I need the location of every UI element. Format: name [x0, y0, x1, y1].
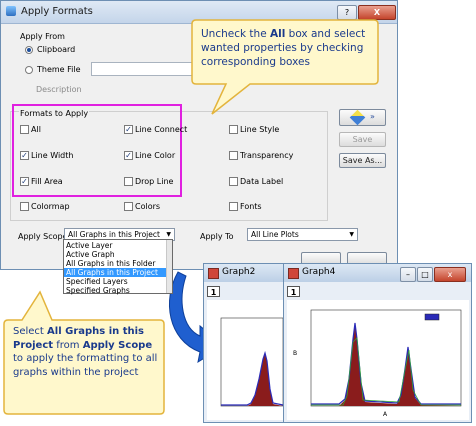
graph4-x-axis-label: A	[383, 411, 388, 418]
scope-option-specified-graphs[interactable]: Specified Graphs	[64, 286, 172, 295]
graph2-layer-button[interactable]: 1	[207, 286, 220, 297]
drop-line-checkbox[interactable]	[124, 177, 133, 186]
bottom-callout-text: Select All Graphs in this Project from A…	[13, 325, 161, 379]
apply-scope-dropdown-list: Active Layer Active Graph All Graphs in …	[63, 239, 173, 295]
theme-file-radio[interactable]	[25, 66, 33, 74]
callout-text-part: to apply the formatting to all graphs wi…	[13, 353, 158, 378]
graph4-plot-area: B A	[287, 300, 469, 420]
window-title: Apply Formats	[21, 6, 93, 17]
theme-file-label: Theme File	[37, 65, 81, 74]
graph2-title-bar: Graph2	[204, 264, 292, 282]
colors-checkbox[interactable]	[124, 202, 133, 211]
apply-scope-value: All Graphs in this Project	[68, 230, 160, 239]
apply-to-value: All Line Plots	[251, 230, 299, 239]
graph4-title-bar: Graph4 – □ x	[284, 264, 471, 282]
clipboard-label: Clipboard	[37, 45, 76, 54]
graph2-title: Graph2	[222, 267, 256, 277]
graph4-y-axis-label: B	[293, 350, 298, 357]
callout-text-part: from	[53, 339, 83, 351]
scope-option-active-graph[interactable]: Active Graph	[64, 250, 172, 259]
graph4-layer-button[interactable]: 1	[287, 286, 300, 297]
callout-text-bold: Apply Scope	[82, 339, 153, 351]
graph-icon	[208, 268, 219, 279]
clipboard-radio[interactable]	[25, 46, 33, 54]
all-checkbox[interactable]	[20, 125, 29, 134]
line-color-checkbox[interactable]: ✓	[124, 151, 133, 160]
callout-text-part: Select	[13, 326, 48, 337]
apply-scope-label: Apply Scope	[18, 232, 68, 241]
line-color-label: Line Color	[135, 151, 176, 160]
graph2-chart	[220, 317, 284, 407]
fonts-label: Fonts	[240, 202, 262, 211]
scope-option-project[interactable]: All Graphs in this Project	[64, 268, 172, 277]
all-label: All	[31, 125, 41, 134]
graph4-close-button[interactable]: x	[434, 267, 466, 282]
minimize-button[interactable]: –	[400, 267, 416, 282]
scope-option-active-layer[interactable]: Active Layer	[64, 241, 172, 250]
apply-to-select[interactable]: All Line Plots ▼	[247, 228, 358, 241]
line-style-label: Line Style	[240, 125, 280, 134]
scope-option-folder[interactable]: All Graphs in this Folder	[64, 259, 172, 268]
line-style-checkbox[interactable]	[229, 125, 238, 134]
scope-option-specified-layers[interactable]: Specified Layers	[64, 277, 172, 286]
fill-area-checkbox[interactable]: ✓	[20, 177, 29, 186]
graph2-window[interactable]: Graph2 1	[203, 263, 293, 423]
description-label: Description	[36, 85, 82, 94]
graph4-chart	[310, 309, 462, 407]
dropdown-arrow-icon: ▼	[349, 231, 354, 238]
colors-label: Colors	[135, 202, 161, 211]
dropdown-scrollbar[interactable]	[166, 240, 172, 293]
apply-from-label: Apply From	[20, 32, 65, 41]
transparency-label: Transparency	[240, 151, 294, 160]
formats-group-label: Formats to Apply	[19, 109, 90, 118]
callout-text-part: Uncheck the	[201, 28, 270, 40]
apply-to-label: Apply To	[200, 232, 234, 241]
callout-text-bold: All	[270, 28, 286, 40]
colormap-checkbox[interactable]	[20, 202, 29, 211]
line-connect-checkbox[interactable]: ✓	[124, 125, 133, 134]
colormap-label: Colormap	[31, 202, 70, 211]
fonts-checkbox[interactable]	[229, 202, 238, 211]
line-width-checkbox[interactable]: ✓	[20, 151, 29, 160]
line-connect-label: Line Connect	[135, 125, 188, 134]
maximize-button[interactable]: □	[417, 267, 433, 282]
graph2-plot-area	[207, 300, 289, 420]
top-callout-text: Uncheck the All box and select wanted pr…	[201, 27, 371, 69]
graph-icon	[288, 268, 299, 279]
drop-line-label: Drop Line	[135, 177, 174, 186]
fill-area-label: Fill Area	[31, 177, 63, 186]
data-label-label: Data Label	[240, 177, 284, 186]
graph4-window[interactable]: Graph4 – □ x 1 B A	[283, 263, 472, 423]
save-button[interactable]: Save	[339, 132, 386, 147]
line-width-label: Line Width	[31, 151, 74, 160]
save-as-button[interactable]: Save As...	[339, 153, 386, 168]
theme-file-input[interactable]	[91, 62, 203, 76]
data-label-checkbox[interactable]	[229, 177, 238, 186]
app-icon	[6, 6, 16, 16]
transparency-checkbox[interactable]	[229, 151, 238, 160]
graph4-title: Graph4	[302, 267, 336, 277]
